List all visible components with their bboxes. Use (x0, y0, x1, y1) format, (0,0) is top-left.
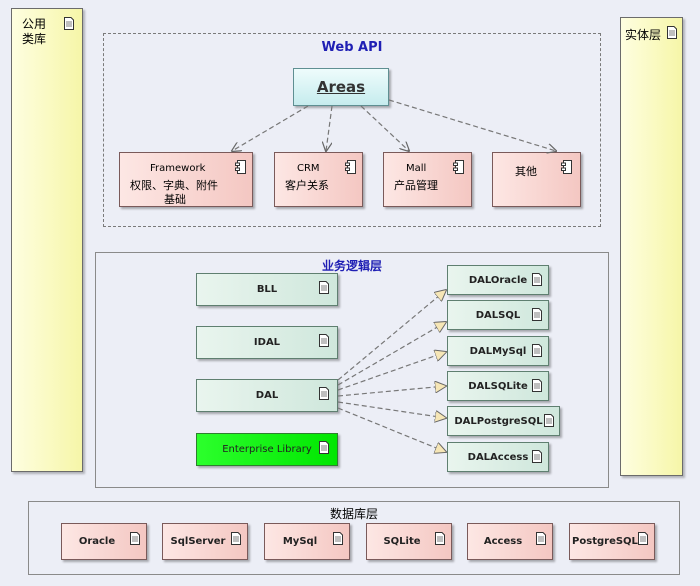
document-icon (536, 532, 546, 545)
document-icon (333, 532, 343, 545)
web-api-title: Web API (321, 40, 383, 55)
document-icon (532, 308, 542, 321)
database-title: 数据库层 (329, 507, 378, 521)
artifact-dalaccess[interactable]: DALAccess (447, 442, 549, 472)
document-icon (435, 532, 445, 545)
common-library-panel: 公用 类库 (11, 8, 83, 472)
document-icon (319, 281, 329, 294)
document-icon (532, 379, 542, 392)
document-icon (231, 532, 241, 545)
component-icon (345, 160, 356, 174)
module-framework[interactable]: Framework 权限、字典、附件 基础 (119, 152, 253, 207)
artifact-bll[interactable]: BLL (196, 273, 338, 306)
module-crm[interactable]: CRM 客户关系 (274, 152, 363, 207)
document-icon (638, 532, 648, 545)
document-icon (532, 344, 542, 357)
artifact-idal[interactable]: IDAL (196, 326, 338, 359)
document-icon (532, 273, 542, 286)
component-icon (561, 160, 572, 174)
artifact-dalsql[interactable]: DALSQL (447, 300, 549, 330)
document-icon (319, 387, 329, 400)
db-oracle[interactable]: Oracle (61, 523, 147, 560)
artifact-dalpostgresql[interactable]: DALPostgreSQL (447, 406, 560, 436)
entity-layer-panel: 实体层 (620, 17, 683, 476)
document-icon (64, 17, 74, 30)
db-sqlserver[interactable]: SqlServer (162, 523, 248, 560)
artifact-dal[interactable]: DAL (196, 379, 338, 412)
db-access[interactable]: Access (467, 523, 553, 560)
artifact-enterprise-library[interactable]: Enterprise Library (196, 433, 338, 466)
document-icon (667, 26, 677, 39)
document-icon (130, 532, 140, 545)
module-other[interactable]: 其他 (492, 152, 581, 207)
document-icon (532, 450, 542, 463)
artifact-daloracle[interactable]: DALOracle (447, 265, 549, 295)
db-mysql[interactable]: MySql (264, 523, 350, 560)
artifact-dalmysql[interactable]: DALMySql (447, 336, 549, 366)
artifact-dalsqlite[interactable]: DALSQLite (447, 371, 549, 401)
areas-box[interactable]: Areas (293, 68, 389, 106)
db-sqlite[interactable]: SQLite (366, 523, 452, 560)
document-icon (319, 441, 329, 454)
entity-layer-label: 实体层 (625, 28, 662, 42)
document-icon (544, 414, 554, 427)
common-library-label: 公用 类库 (22, 17, 47, 46)
component-icon (453, 160, 464, 174)
module-mall[interactable]: Mall 产品管理 (383, 152, 472, 207)
document-icon (319, 334, 329, 347)
component-icon (235, 160, 246, 174)
db-postgresql[interactable]: PostgreSQL (569, 523, 655, 560)
